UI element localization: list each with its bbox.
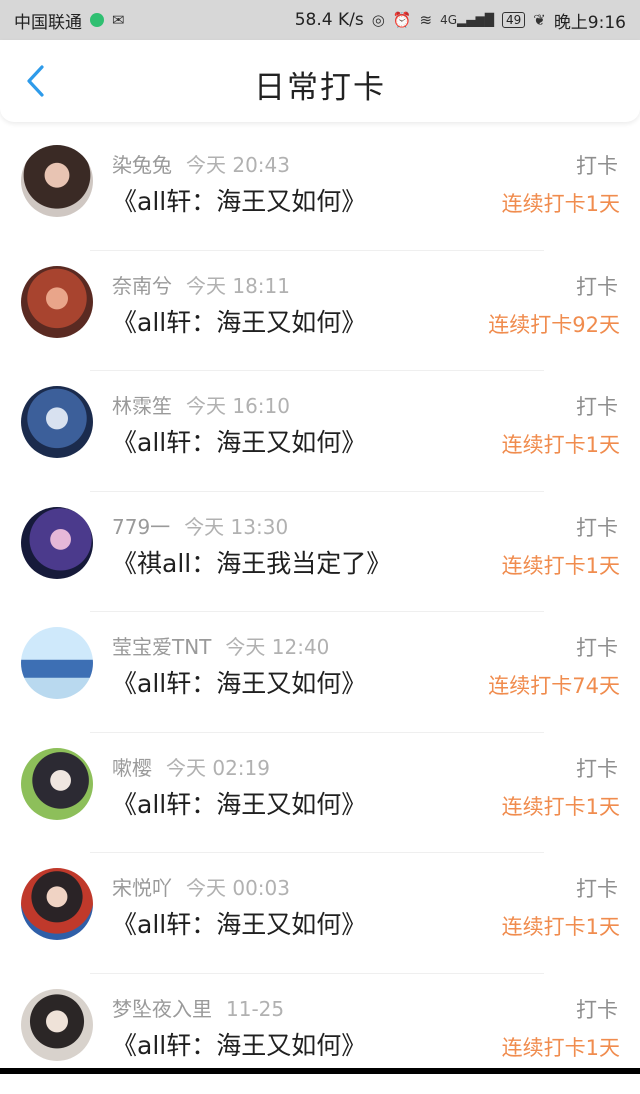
- battery-level: 49: [506, 13, 521, 27]
- page-header: 日常打卡: [0, 40, 640, 122]
- checkin-label: 打卡: [576, 391, 618, 421]
- streak-badge: 连续打卡1天: [502, 188, 620, 218]
- checkin-item[interactable]: 莹宝爱TNT 今天 12:40 《all轩：海王又如何》 打卡 连续打卡74天: [0, 612, 640, 733]
- avatar[interactable]: [21, 627, 93, 699]
- book-title[interactable]: 《all轩：海王又如何》: [112, 182, 366, 218]
- streak-badge: 连续打卡1天: [502, 429, 620, 459]
- avatar[interactable]: [21, 989, 93, 1061]
- checkin-item[interactable]: 嗽樱今天 02:19 《all轩：海王又如何》 打卡 连续打卡1天: [0, 733, 640, 854]
- streak-badge: 连续打卡1天: [502, 550, 620, 580]
- streak-badge: 连续打卡92天: [488, 309, 620, 339]
- signal-icon: 4G▂▄▆█: [440, 13, 494, 27]
- checkin-label: 打卡: [576, 873, 618, 903]
- user-meta: 779一今天 13:30: [112, 511, 288, 540]
- checkin-label: 打卡: [576, 271, 618, 301]
- status-bar: 中国联通 ✉ 58.4 K/s ◎ ⏰ ≋ 4G▂▄▆█ 49 ❦ 晚上9:16: [0, 0, 640, 40]
- page-title: 日常打卡: [0, 62, 640, 107]
- timestamp: 今天 13:30: [184, 515, 288, 539]
- user-meta: 染兔兔今天 20:43: [112, 149, 290, 178]
- username[interactable]: 宋悦吖: [112, 876, 172, 900]
- username[interactable]: 梦坠夜入里: [112, 997, 212, 1021]
- book-title[interactable]: 《祺all：海王我当定了》: [112, 544, 391, 580]
- book-title[interactable]: 《all轩：海王又如何》: [112, 423, 366, 459]
- timestamp: 11-25: [226, 997, 284, 1021]
- bottom-edge: [0, 1068, 640, 1074]
- hd-call-icon: ◎: [372, 11, 385, 29]
- book-title[interactable]: 《all轩：海王又如何》: [112, 303, 366, 339]
- avatar[interactable]: [21, 748, 93, 820]
- timestamp: 今天 12:40: [225, 635, 329, 659]
- checkin-label: 打卡: [576, 150, 618, 180]
- checkin-label: 打卡: [576, 632, 618, 662]
- book-title[interactable]: 《all轩：海王又如何》: [112, 785, 366, 821]
- user-meta: 宋悦吖今天 00:03: [112, 872, 290, 901]
- streak-badge: 连续打卡1天: [502, 911, 620, 941]
- checkin-label: 打卡: [576, 753, 618, 783]
- book-title[interactable]: 《all轩：海王又如何》: [112, 664, 366, 700]
- timestamp: 今天 20:43: [186, 153, 290, 177]
- user-meta: 梦坠夜入里 11-25: [112, 993, 284, 1022]
- user-meta: 莹宝爱TNT 今天 12:40: [112, 631, 329, 660]
- battery-icon: 49: [502, 12, 525, 28]
- alarm-icon: ⏰: [393, 11, 412, 29]
- app-notification-icon: [90, 13, 104, 27]
- avatar[interactable]: [21, 868, 93, 940]
- clock: 晚上9:16: [554, 8, 626, 33]
- username[interactable]: 779一: [112, 515, 170, 539]
- timestamp: 今天 18:11: [186, 274, 290, 298]
- status-bar-right: 58.4 K/s ◎ ⏰ ≋ 4G▂▄▆█ 49 ❦ 晚上9:16: [295, 8, 626, 33]
- avatar[interactable]: [21, 266, 93, 338]
- streak-badge: 连续打卡1天: [502, 1032, 620, 1062]
- message-notification-icon: ✉: [112, 11, 125, 29]
- streak-badge: 连续打卡74天: [488, 670, 620, 700]
- user-meta: 嗽樱今天 02:19: [112, 752, 270, 781]
- wifi-icon: ≋: [420, 11, 433, 29]
- checkin-item[interactable]: 宋悦吖今天 00:03 《all轩：海王又如何》 打卡 连续打卡1天: [0, 853, 640, 974]
- avatar[interactable]: [21, 145, 93, 217]
- checkin-list: 染兔兔今天 20:43 《all轩：海王又如何》 打卡 连续打卡1天 奈南兮今天…: [0, 130, 640, 1094]
- network-type-label: 4G: [440, 13, 457, 27]
- checkin-item[interactable]: 林霂笙今天 16:10 《all轩：海王又如何》 打卡 连续打卡1天: [0, 371, 640, 492]
- user-meta: 林霂笙今天 16:10: [112, 390, 290, 419]
- username[interactable]: 林霂笙: [112, 394, 172, 418]
- carrier-label: 中国联通: [14, 8, 82, 33]
- book-title[interactable]: 《all轩：海王又如何》: [112, 1026, 366, 1062]
- username[interactable]: 奈南兮: [112, 274, 172, 298]
- checkin-item[interactable]: 染兔兔今天 20:43 《all轩：海王又如何》 打卡 连续打卡1天: [0, 130, 640, 251]
- network-speed: 58.4 K/s: [295, 10, 364, 30]
- checkin-item[interactable]: 奈南兮今天 18:11 《all轩：海王又如何》 打卡 连续打卡92天: [0, 251, 640, 372]
- status-bar-left: 中国联通 ✉: [14, 8, 125, 33]
- timestamp: 今天 00:03: [186, 876, 290, 900]
- leaf-icon: ❦: [533, 11, 546, 29]
- checkin-label: 打卡: [576, 512, 618, 542]
- avatar[interactable]: [21, 386, 93, 458]
- checkin-label: 打卡: [576, 994, 618, 1024]
- user-meta: 奈南兮今天 18:11: [112, 270, 290, 299]
- username[interactable]: 嗽樱: [112, 756, 152, 780]
- checkin-item[interactable]: 779一今天 13:30 《祺all：海王我当定了》 打卡 连续打卡1天: [0, 492, 640, 613]
- book-title[interactable]: 《all轩：海王又如何》: [112, 905, 366, 941]
- streak-badge: 连续打卡1天: [502, 791, 620, 821]
- avatar[interactable]: [21, 507, 93, 579]
- username[interactable]: 莹宝爱TNT: [112, 635, 211, 659]
- username[interactable]: 染兔兔: [112, 153, 172, 177]
- timestamp: 今天 16:10: [186, 394, 290, 418]
- checkin-item[interactable]: 梦坠夜入里 11-25 《all轩：海王又如何》 打卡 连续打卡1天: [0, 974, 640, 1094]
- timestamp: 今天 02:19: [166, 756, 270, 780]
